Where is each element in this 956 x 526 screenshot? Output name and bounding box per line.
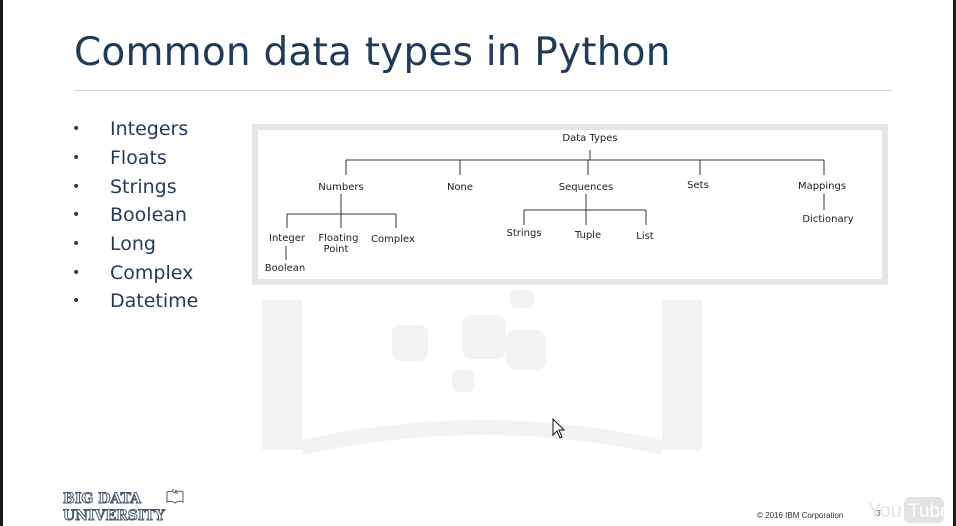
diagram-node-root: Data Types — [562, 133, 617, 144]
bullet-icon: • — [72, 150, 81, 167]
diagram-node-tuple: Tuple — [574, 230, 601, 241]
bullet-label: Integers — [110, 118, 189, 141]
bullet-icon: • — [72, 121, 81, 138]
diagram-node-integer: Integer — [269, 233, 306, 244]
bullet-label: Long — [110, 233, 156, 256]
list-item: • Boolean — [72, 201, 198, 230]
youtube-logo-icon[interactable]: You Tube — [868, 493, 948, 525]
diagram-node-mappings: Mappings — [798, 181, 846, 192]
copyright-text: © 2016 IBM Corporation — [757, 511, 844, 520]
diagram-node-numbers: Numbers — [318, 182, 363, 193]
bullet-icon: • — [72, 178, 81, 195]
diagram-node-floating: Floating — [318, 233, 358, 244]
left-frame-edge — [0, 0, 3, 526]
diagram-node-floating-point: Floating Point — [318, 233, 361, 255]
bullet-list: • Integers • Floats • Strings • Boolean • Lon… — [72, 115, 198, 316]
list-item: • Datetime — [72, 287, 198, 316]
youtube-tube-text: Tube — [908, 501, 948, 522]
bullet-icon: • — [72, 236, 81, 253]
bullet-label: Floats — [110, 147, 167, 170]
list-item: • Integers — [72, 115, 198, 144]
bullet-label: Boolean — [110, 204, 187, 227]
bullet-label: Complex — [110, 261, 194, 284]
book-icon — [166, 489, 184, 504]
list-item: • Complex — [72, 258, 198, 287]
bullet-icon: • — [72, 207, 81, 224]
list-item: • Floats — [72, 144, 198, 173]
diagram-connectors — [285, 150, 825, 260]
page-title: Common data types in Python — [74, 30, 671, 75]
diagram-node-point: Point — [324, 244, 349, 255]
watermark-logo-icon — [262, 290, 702, 455]
svg-text:UNIVERSITY: UNIVERSITY — [63, 508, 166, 523]
diagram-node-boolean: Boolean — [265, 263, 306, 274]
list-item: • Strings — [72, 172, 198, 201]
list-item: • Long — [72, 230, 198, 259]
diagram-tree: Data Types Numbers None Sequences Sets M… — [265, 133, 854, 274]
diagram-node-none: None — [447, 182, 473, 193]
diagram-node-sets: Sets — [687, 180, 709, 191]
diagram-node-complex: Complex — [371, 234, 415, 245]
youtube-you-text: You — [868, 500, 902, 522]
big-data-university-logo: BIG DATA UNIVERSITY — [63, 489, 184, 523]
bullet-icon: • — [72, 264, 81, 281]
diagram-node-list: List — [636, 231, 654, 242]
bullet-label: Datetime — [110, 290, 199, 313]
mouse-pointer-icon — [552, 418, 566, 439]
svg-text:BIG DATA: BIG DATA — [63, 491, 142, 507]
title-divider — [74, 90, 892, 91]
data-types-diagram: Data Types Numbers None Sequences Sets M… — [252, 124, 888, 285]
diagram-node-sequences: Sequences — [559, 182, 614, 193]
bullet-icon: • — [72, 293, 81, 310]
diagram-node-dictionary: Dictionary — [802, 214, 853, 225]
diagram-node-strings: Strings — [506, 228, 541, 239]
bullet-label: Strings — [110, 175, 177, 198]
diagram-canvas: Data Types Numbers None Sequences Sets M… — [258, 130, 882, 279]
